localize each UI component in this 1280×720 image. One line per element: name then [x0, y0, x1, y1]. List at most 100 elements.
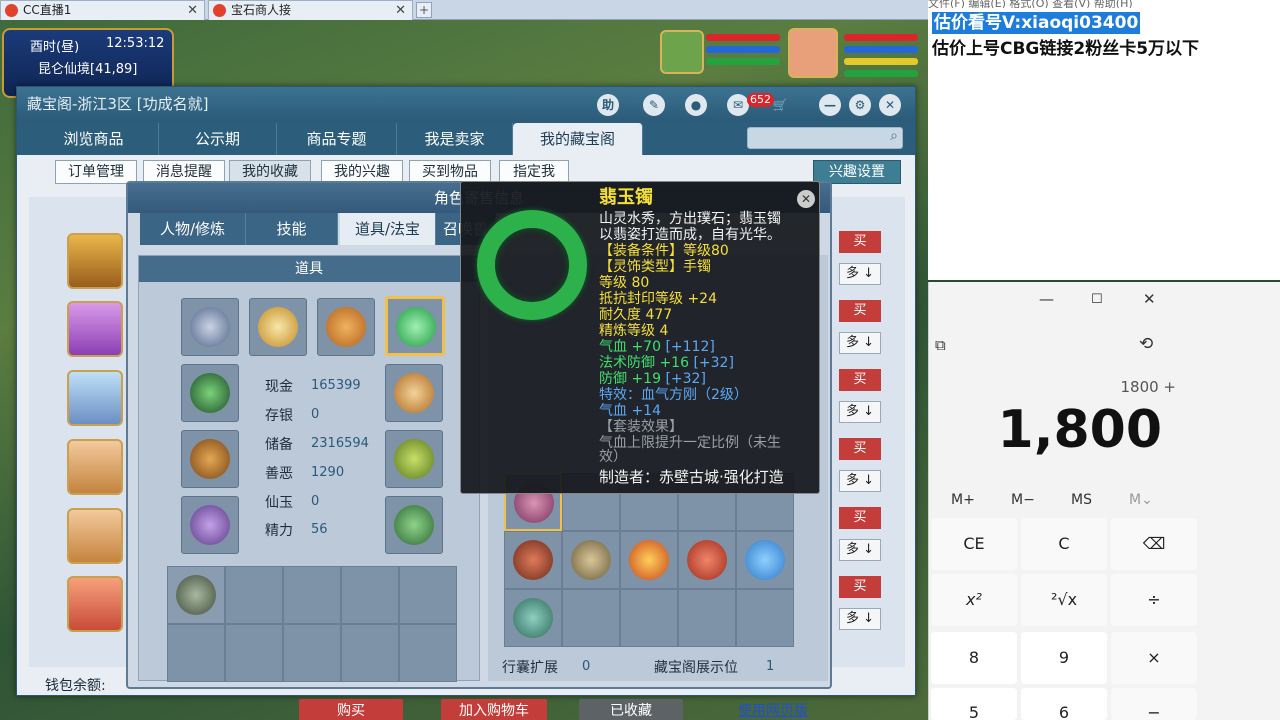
clear-entry-button[interactable]: CE — [931, 518, 1017, 570]
close-icon[interactable]: ✕ — [395, 1, 406, 20]
browser-tab[interactable]: 宝石商人接 ✕ — [208, 0, 413, 20]
new-tab-button[interactable]: + — [416, 2, 432, 18]
storage-cell[interactable] — [620, 589, 678, 647]
buy-button[interactable]: 买 — [839, 438, 881, 460]
purchase-button[interactable]: 购买 — [299, 699, 403, 720]
equip-slot-earring[interactable] — [249, 298, 307, 356]
storage-cell[interactable] — [736, 589, 794, 647]
record-icon[interactable]: ● — [685, 94, 707, 116]
tab-skills[interactable]: 技能 — [246, 213, 338, 245]
tab-seller[interactable]: 我是卖家 — [397, 123, 513, 155]
equip-slot-pendant[interactable] — [317, 298, 375, 356]
equip-slot-helmet[interactable] — [181, 364, 239, 422]
backspace-button[interactable]: ⌫ — [1111, 518, 1197, 570]
close-icon[interactable]: ✕ — [1143, 290, 1156, 308]
message-icon[interactable]: ✉ — [727, 94, 749, 116]
web-version-link[interactable]: 使用网页版 — [723, 699, 823, 720]
pet-avatar[interactable] — [660, 30, 704, 74]
inventory-cell[interactable] — [341, 566, 399, 624]
close-icon[interactable]: ✕ — [187, 1, 198, 20]
tab-character[interactable]: 人物/修炼 — [140, 213, 246, 245]
close-icon[interactable]: ✕ — [797, 190, 815, 208]
collected-button[interactable]: 已收藏 — [579, 699, 683, 720]
more-button[interactable]: 多 ↓ — [839, 470, 881, 492]
inventory-cell[interactable] — [399, 566, 457, 624]
buy-button[interactable]: 买 — [839, 300, 881, 322]
equip-slot-ring[interactable] — [181, 298, 239, 356]
equip-slot-armor[interactable] — [385, 430, 443, 488]
listing-avatar[interactable] — [67, 233, 123, 289]
keep-on-top-icon[interactable]: ⧉ — [935, 336, 946, 354]
add-to-cart-button[interactable]: 加入购物车 — [441, 699, 547, 720]
storage-cell[interactable] — [678, 589, 736, 647]
storage-cell[interactable] — [504, 531, 562, 589]
buy-button[interactable]: 买 — [839, 369, 881, 391]
square-button[interactable]: x² — [931, 574, 1017, 626]
digit-8-button[interactable]: 8 — [931, 632, 1017, 684]
digit-6-button[interactable]: 6 — [1021, 688, 1107, 720]
tab-browse[interactable]: 浏览商品 — [29, 123, 159, 155]
tab-public[interactable]: 公示期 — [159, 123, 277, 155]
equip-slot-bracelet[interactable] — [385, 296, 445, 356]
buy-button[interactable]: 买 — [839, 507, 881, 529]
more-button[interactable]: 多 ↓ — [839, 539, 881, 561]
tab-items[interactable]: 道具/法宝 — [340, 213, 436, 245]
equip-slot-belt[interactable] — [181, 496, 239, 554]
listing-avatar[interactable] — [67, 301, 123, 357]
more-button[interactable]: 多 ↓ — [839, 332, 881, 354]
minus-button[interactable]: − — [1111, 688, 1197, 720]
inventory-cell[interactable] — [225, 624, 283, 682]
history-icon[interactable]: ⟲ — [1139, 334, 1153, 354]
equip-slot-weapon[interactable] — [181, 430, 239, 488]
settings-icon[interactable]: ⚙ — [849, 94, 871, 116]
inventory-cell[interactable] — [283, 624, 341, 682]
notepad-menubar[interactable]: 文件(F) 编辑(E) 格式(O) 查看(V) 帮助(H) — [928, 0, 1280, 8]
storage-cell[interactable] — [562, 589, 620, 647]
storage-cell[interactable] — [504, 589, 562, 647]
inventory-cell[interactable] — [283, 566, 341, 624]
inventory-cell[interactable] — [341, 624, 399, 682]
listing-avatar[interactable] — [67, 508, 123, 564]
storage-cell[interactable] — [736, 531, 794, 589]
storage-cell[interactable] — [562, 531, 620, 589]
search-input[interactable]: ⌕ — [747, 127, 903, 149]
memory-list-button[interactable]: M⌄ — [1129, 492, 1153, 508]
search-icon[interactable]: ⌕ — [890, 128, 898, 144]
storage-cell[interactable] — [620, 531, 678, 589]
more-button[interactable]: 多 ↓ — [839, 401, 881, 423]
listing-avatar[interactable] — [67, 576, 123, 632]
digit-9-button[interactable]: 9 — [1021, 632, 1107, 684]
inventory-cell[interactable] — [167, 624, 225, 682]
buy-button[interactable]: 买 — [839, 576, 881, 598]
digit-5-button[interactable]: 5 — [931, 688, 1017, 720]
memory-store-button[interactable]: MS — [1071, 492, 1092, 508]
equip-slot-boots[interactable] — [385, 496, 443, 554]
buy-button[interactable]: 买 — [839, 231, 881, 253]
multiply-button[interactable]: × — [1111, 632, 1197, 684]
maximize-icon[interactable]: ☐ — [1091, 292, 1103, 307]
close-icon[interactable]: ✕ — [879, 94, 901, 116]
minimize-icon[interactable]: — — [1039, 290, 1054, 308]
storage-cell[interactable] — [678, 531, 736, 589]
inventory-cell[interactable] — [399, 624, 457, 682]
memory-subtract-button[interactable]: M− — [1011, 492, 1035, 508]
listing-avatar[interactable] — [67, 370, 123, 426]
memory-add-button[interactable]: M+ — [951, 492, 975, 508]
tab-my-pavilion[interactable]: 我的藏宝阁 — [513, 123, 643, 155]
equip-slot-staff[interactable] — [385, 364, 443, 422]
inventory-cell[interactable] — [225, 566, 283, 624]
browser-tab[interactable]: CC直播1 ✕ — [0, 0, 205, 20]
more-button[interactable]: 多 ↓ — [839, 263, 881, 285]
cart-icon[interactable]: 🛒 — [769, 94, 791, 116]
divide-button[interactable]: ÷ — [1111, 574, 1197, 626]
tab-topics[interactable]: 商品专题 — [277, 123, 397, 155]
player-avatar[interactable] — [788, 28, 838, 78]
listing-avatar[interactable] — [67, 439, 123, 495]
order-manage-button[interactable]: 订单管理 — [55, 160, 137, 184]
minimize-icon[interactable]: — — [819, 94, 841, 116]
sqrt-button[interactable]: ²√x — [1021, 574, 1107, 626]
inventory-cell[interactable] — [167, 566, 225, 624]
pin-icon[interactable]: ✎ — [643, 94, 665, 116]
more-button[interactable]: 多 ↓ — [839, 608, 881, 630]
help-button[interactable]: 助 — [597, 94, 619, 116]
